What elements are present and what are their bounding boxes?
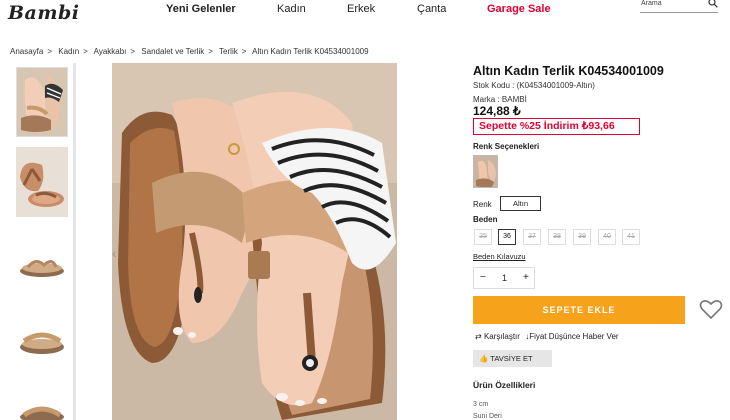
quantity-minus-button[interactable]: − <box>480 272 486 283</box>
breadcrumb-separator: > <box>130 47 136 56</box>
cart-discount-badge: Sepette %25 İndirim ₺93,66 <box>473 118 640 135</box>
recommend-button[interactable]: 👍 TAVSİYE ET <box>473 350 552 367</box>
color-value[interactable]: Altın <box>500 196 541 211</box>
size-40[interactable]: 40 <box>598 229 616 245</box>
thumbnail-3[interactable] <box>16 227 68 297</box>
size-36[interactable]: 36 <box>498 229 516 245</box>
compare-icon: ⇄ <box>475 332 482 341</box>
thumbnail-1[interactable] <box>16 67 68 137</box>
nav-women[interactable]: Kadın <box>277 3 306 15</box>
main-product-image[interactable] <box>112 63 397 420</box>
size-39[interactable]: 39 <box>573 229 591 245</box>
nav-garage-sale[interactable]: Garage Sale <box>487 3 551 15</box>
breadcrumb-home[interactable]: Anasayfa <box>10 47 43 56</box>
action-links: ⇄ Karşılaştır ↓Fiyat Düşünce Haber Ver <box>475 332 619 341</box>
feature-material: Suni Deri <box>473 413 502 420</box>
thumbnail-list <box>10 63 78 420</box>
brand: Marka : BAMBİ <box>473 95 527 104</box>
breadcrumb-current: Altın Kadın Terlik K04534001009 <box>252 47 369 56</box>
size-41[interactable]: 41 <box>622 229 640 245</box>
add-to-cart-button[interactable]: SEPETE EKLE <box>473 296 685 324</box>
logo[interactable]: Bambi <box>8 2 79 24</box>
breadcrumb-sandals[interactable]: Sandalet ve Terlik <box>141 47 204 56</box>
size-guide-link[interactable]: Beden Kılavuzu <box>473 252 526 261</box>
thumbnail-5[interactable] <box>16 387 68 420</box>
breadcrumb-shoes[interactable]: Ayakkabı <box>94 47 127 56</box>
price: 124,88 ₺ <box>473 104 521 118</box>
color-option-gold[interactable] <box>473 155 498 188</box>
size-38[interactable]: 38 <box>548 229 566 245</box>
feature-heel: 3 cm <box>473 401 489 408</box>
heart-icon[interactable] <box>699 298 723 320</box>
product-page: Bambi Yeni Gelenler Kadın Erkek Çanta Ga… <box>0 0 730 420</box>
product-title: Altın Kadın Terlik K04534001009 <box>473 64 664 78</box>
breadcrumb-separator: > <box>47 47 53 56</box>
breadcrumb-separator: > <box>208 47 213 56</box>
breadcrumb-separator: > <box>83 47 88 56</box>
nav-men[interactable]: Erkek <box>347 3 375 15</box>
thumbnail-2[interactable] <box>16 147 68 217</box>
nav-new-arrivals[interactable]: Yeni Gelenler <box>166 3 236 15</box>
nav-bags[interactable]: Çanta <box>417 3 446 15</box>
thumbs-up-icon: 👍 <box>479 354 489 363</box>
search-input[interactable]: Arama <box>640 0 718 13</box>
size-37[interactable]: 37 <box>523 229 541 245</box>
features-title: Ürün Özellikleri <box>473 380 536 390</box>
price-alert-link[interactable]: Fiyat Düşünce Haber Ver <box>529 332 618 341</box>
search-icon[interactable] <box>708 0 718 8</box>
breadcrumb: Anasayfa > Kadın > Ayakkabı > Sandalet ve T… <box>10 47 373 56</box>
quantity-value[interactable]: 1 <box>502 273 507 283</box>
breadcrumb-separator: > <box>241 47 247 56</box>
thumbnail-scrollbar[interactable] <box>73 63 76 420</box>
color-label: Renk <box>473 200 492 209</box>
quantity-stepper: − 1 + <box>473 267 535 289</box>
size-35[interactable]: 35 <box>474 229 492 245</box>
stock-code: Stok Kodu : (K04534001009-Altın) <box>473 81 595 90</box>
search-placeholder: Arama <box>641 0 662 7</box>
breadcrumb-slippers[interactable]: Terlik <box>219 47 238 56</box>
recommend-label: TAVSİYE ET <box>490 354 533 363</box>
color-options-label: Renk Seçenekleri <box>473 142 540 151</box>
breadcrumb-women[interactable]: Kadın <box>58 47 79 56</box>
thumbnail-4[interactable] <box>16 307 68 377</box>
compare-link[interactable]: Karşılaştır <box>484 332 520 341</box>
prev-image-arrow[interactable]: ‹ <box>112 243 122 263</box>
size-label: Beden <box>473 215 498 224</box>
quantity-plus-button[interactable]: + <box>523 272 529 283</box>
